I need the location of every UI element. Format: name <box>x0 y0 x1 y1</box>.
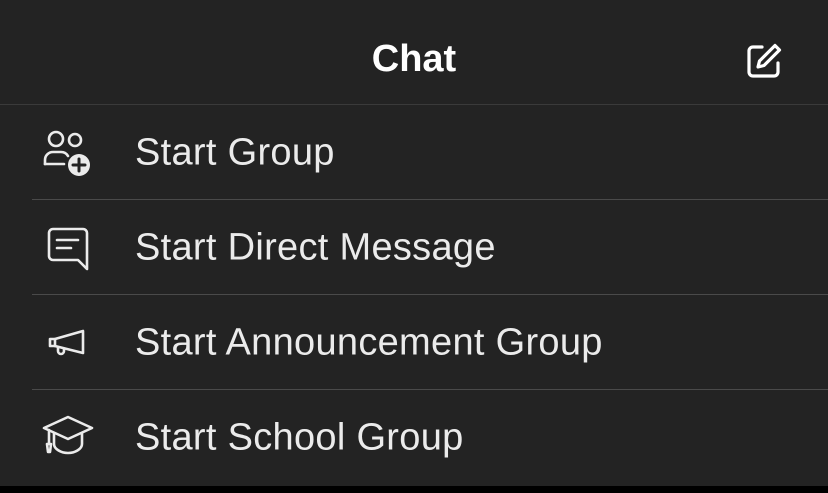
sheet-header: Chat <box>0 0 828 105</box>
start-school-group-label: Start School Group <box>135 416 464 458</box>
chat-options-list: Start Group Start Direct Message Start A… <box>0 105 828 485</box>
megaphone-icon <box>40 315 96 371</box>
group-add-icon <box>40 125 96 181</box>
start-direct-message-item[interactable]: Start Direct Message <box>0 200 828 295</box>
start-direct-message-label: Start Direct Message <box>135 226 496 268</box>
graduation-cap-icon <box>40 410 96 466</box>
page-title: Chat <box>371 38 457 80</box>
start-school-group-item[interactable]: Start School Group <box>0 390 828 485</box>
message-icon <box>40 220 96 276</box>
start-group-item[interactable]: Start Group <box>0 105 828 200</box>
bottom-edge <box>0 486 828 493</box>
chat-sheet: Chat Start Group Start Direct Message St… <box>0 0 828 486</box>
compose-button[interactable] <box>740 38 788 84</box>
start-announcement-group-item[interactable]: Start Announcement Group <box>0 295 828 390</box>
compose-icon <box>747 43 782 78</box>
start-announcement-group-label: Start Announcement Group <box>135 321 603 363</box>
start-group-label: Start Group <box>135 131 335 173</box>
